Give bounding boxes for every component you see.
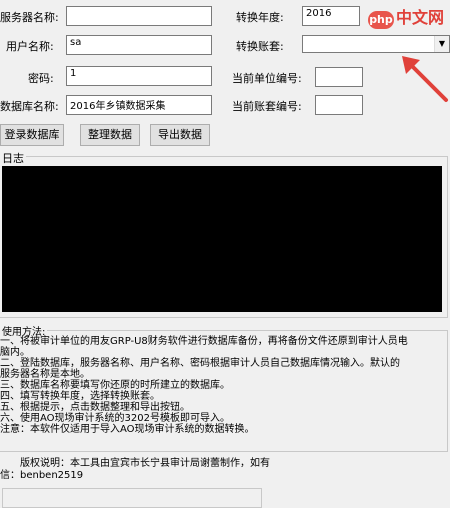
organize-data-button[interactable]: 整理数据 [80,124,140,146]
usage-line: 二、登陆数据库，服务器名称、用户名称、密码根据审计人员自己数据库情况输入。默认的 [0,358,400,369]
unit-number-input[interactable] [315,67,363,87]
user-name-label: 用户名称: [6,40,54,53]
export-data-button[interactable]: 导出数据 [150,124,210,146]
usage-text: 一、将被审计单位的用友GRP-U8财务软件进行数据库备份，再将备份文件还原到审计… [0,336,448,435]
chevron-down-icon[interactable]: ▼ [434,36,449,52]
usage-line: 六、使用AO现场审计系统的3202号模板即可导入。 [0,413,230,424]
convert-year-label: 转换年度: [236,11,284,24]
watermark-logo: php 中文网 [367,4,444,29]
watermark-text: 中文网 [395,8,444,27]
password-input[interactable]: 1 [66,66,212,86]
usage-line: 注意：本软件仅适用于导入AO现场审计系统的数据转换。 [0,424,255,435]
usage-line: 五、根据提示，点击数据整理和导出按钮。 [0,402,190,413]
watermark-php-badge: php [367,11,394,29]
unit-number-label: 当前单位编号: [232,72,302,85]
usage-line: 服务器名称是本地。 [0,369,90,380]
convert-account-label: 转换账套: [236,40,284,53]
log-output[interactable] [2,166,442,312]
server-name-label: 服务器名称: [0,11,59,24]
red-arrow-icon [402,56,448,102]
usage-line: 脑内。 [0,347,30,358]
database-name-label: 数据库名称: [0,100,59,113]
contact-text: 信：benben2519 [0,470,84,481]
database-name-input[interactable]: 2016年乡镇数据采集 [66,95,212,115]
account-number-label: 当前账套编号: [232,100,302,113]
status-box [2,488,262,508]
usage-line: 四、填写转换年度，选择转换账套。 [0,391,160,402]
usage-line: 三、数据库名称要填写你还原的时所建立的数据库。 [0,380,230,391]
usage-line: 一、将被审计单位的用友GRP-U8财务软件进行数据库备份，再将备份文件还原到审计… [0,336,408,347]
server-name-input[interactable] [66,6,212,26]
login-database-button[interactable]: 登录数据库 [0,124,64,146]
password-label: 密码: [28,72,54,85]
log-title: 日志 [0,150,26,166]
convert-year-input[interactable]: 2016 [302,6,360,26]
account-number-input[interactable] [315,95,363,115]
user-name-input[interactable]: sa [66,35,212,55]
convert-account-select[interactable]: ▼ [302,35,450,53]
